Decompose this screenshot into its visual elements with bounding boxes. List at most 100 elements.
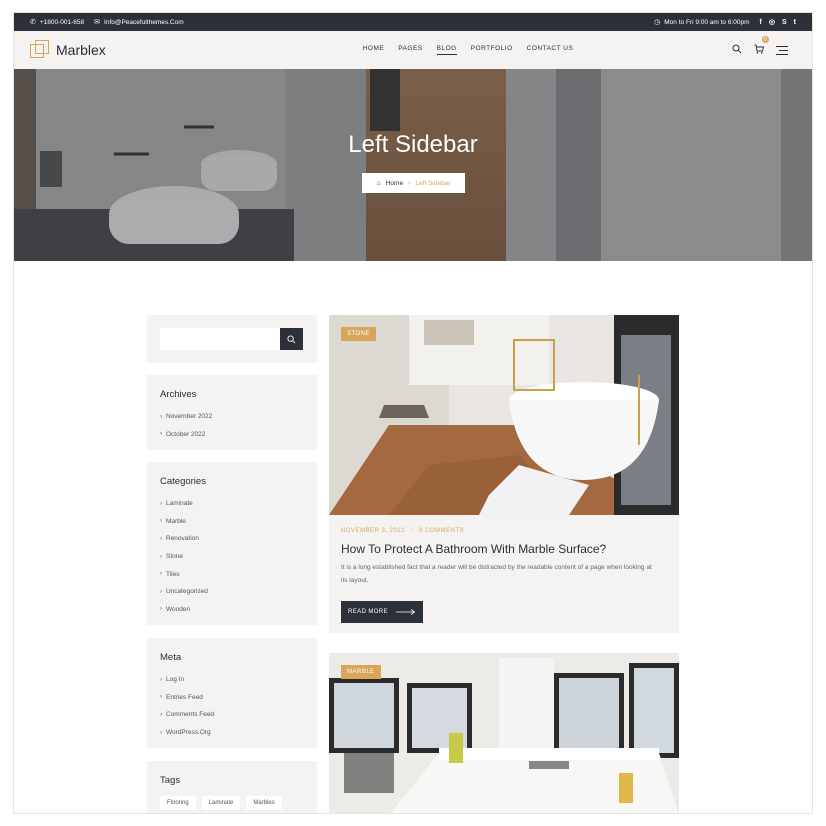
- meta-label: WordPress.Org: [166, 729, 211, 737]
- logo[interactable]: Marblex: [30, 40, 160, 60]
- tags-widget: Tags Flooring Laminate Marbles: [147, 761, 317, 813]
- chevron-right-icon: ›: [160, 588, 162, 595]
- chevron-right-icon: ›: [408, 179, 411, 187]
- chevron-right-icon: ›: [160, 694, 162, 701]
- read-more-button[interactable]: READ MORE: [341, 601, 423, 623]
- chevron-right-icon: ›: [160, 500, 162, 507]
- site-header: Marblex HOME PAGES BLOG PORTFOLIO CONTAC…: [14, 31, 812, 69]
- breadcrumb-current: Left Sidebar: [415, 179, 451, 187]
- twitter-icon[interactable]: t: [794, 19, 796, 26]
- nav-portfolio[interactable]: PORTFOLIO: [471, 45, 513, 55]
- meta-item[interactable]: › WordPress.Org: [160, 724, 317, 742]
- mail-icon: ✉: [94, 18, 101, 26]
- category-item[interactable]: › Tiles: [160, 565, 317, 583]
- meta-divider: |: [411, 528, 414, 534]
- archives-widget: Archives › November 2022 › October 2022: [147, 375, 317, 450]
- chevron-right-icon: ›: [160, 431, 162, 438]
- tag-item[interactable]: Marbles: [246, 796, 282, 810]
- arrow-right-icon: [395, 609, 416, 615]
- read-more-label: READ MORE: [348, 609, 388, 615]
- categories-widget: Categories › Laminate › Marble › Renovation…: [147, 462, 317, 625]
- breadcrumb-home[interactable]: Home: [386, 180, 403, 187]
- category-badge[interactable]: MARBLE: [341, 665, 381, 679]
- archives-title: Archives: [160, 389, 197, 400]
- hero-bathroom-image: [14, 69, 812, 261]
- page-title: Left Sidebar: [348, 131, 478, 158]
- chevron-right-icon: ›: [160, 571, 162, 578]
- search-widget: [147, 315, 317, 363]
- search-icon: [287, 334, 296, 343]
- email-text: Info@Peacefulthemes.Com: [104, 18, 184, 26]
- brand-name: Marblex: [56, 42, 106, 58]
- page-frame: ✆ +1800-001-658 ✉ Info@Peacefulthemes.Co…: [13, 12, 813, 814]
- tag-item[interactable]: Flooring: [160, 796, 196, 810]
- category-item[interactable]: › Renovation: [160, 530, 317, 548]
- meta-item[interactable]: › Entries Feed: [160, 689, 317, 707]
- post-image[interactable]: STONE: [329, 315, 679, 515]
- archive-item[interactable]: › November 2022: [160, 408, 317, 426]
- menu-icon[interactable]: [776, 45, 788, 55]
- main-nav: HOME PAGES BLOG PORTFOLIO CONTACT US: [204, 45, 732, 55]
- tag-item[interactable]: Laminate: [201, 796, 241, 810]
- nav-contact-us[interactable]: CONTACT US: [527, 45, 574, 55]
- categories-title: Categories: [160, 476, 206, 487]
- post-meta: NOVEMBER 3, 2022 | 0 COMMENTS: [341, 528, 679, 534]
- home-icon: ⌂: [376, 179, 381, 187]
- archive-item[interactable]: › October 2022: [160, 426, 317, 444]
- nav-pages[interactable]: PAGES: [398, 45, 422, 55]
- meta-item[interactable]: › Comments Feed: [160, 706, 317, 724]
- category-item[interactable]: › Marble: [160, 513, 317, 531]
- chevron-right-icon: ›: [160, 606, 162, 613]
- search-input[interactable]: [160, 328, 280, 350]
- search-button[interactable]: [280, 328, 303, 350]
- category-label: Marble: [166, 517, 186, 525]
- category-label: Wooden: [166, 605, 191, 613]
- category-item[interactable]: › Uncategorized: [160, 583, 317, 601]
- archive-label: November 2022: [166, 413, 213, 421]
- meta-label: Comments Feed: [166, 711, 215, 719]
- blog-post: MARBLE: [329, 653, 679, 813]
- facebook-icon[interactable]: f: [760, 19, 762, 26]
- meta-item[interactable]: › Log In: [160, 671, 317, 689]
- chevron-right-icon: ›: [160, 676, 162, 683]
- meta-label: Log In: [166, 676, 185, 684]
- skype-icon[interactable]: S: [782, 19, 787, 26]
- post-image[interactable]: MARBLE: [329, 653, 679, 813]
- logo-mark-icon: [30, 40, 50, 60]
- archive-label: October 2022: [166, 430, 206, 438]
- nav-blog[interactable]: BLOG: [436, 45, 457, 55]
- phone-contact[interactable]: ✆ +1800-001-658: [30, 19, 84, 26]
- category-item[interactable]: › Laminate: [160, 495, 317, 513]
- phone-icon: ✆: [30, 18, 36, 26]
- breadcrumb: ⌂ Home › Left Sidebar: [362, 173, 465, 193]
- kitchen-photo: [329, 653, 679, 813]
- post-comments[interactable]: 0 COMMENTS: [419, 528, 464, 534]
- chevron-right-icon: ›: [160, 711, 162, 718]
- category-item[interactable]: › Wooden: [160, 601, 317, 619]
- cart-icon[interactable]: 0: [754, 36, 769, 59]
- tags-title: Tags: [160, 775, 181, 786]
- category-label: Uncategorized: [166, 588, 208, 596]
- category-badge[interactable]: STONE: [341, 327, 377, 341]
- category-label: Renovation: [166, 535, 199, 543]
- top-bar: ✆ +1800-001-658 ✉ Info@Peacefulthemes.Co…: [14, 13, 812, 31]
- post-date[interactable]: NOVEMBER 3, 2022: [341, 528, 405, 534]
- chevron-right-icon: ›: [160, 413, 162, 420]
- email-contact[interactable]: ✉ Info@Peacefulthemes.Com: [94, 19, 183, 26]
- category-label: Stone: [166, 553, 183, 561]
- category-label: Laminate: [166, 500, 193, 508]
- category-item[interactable]: › Stone: [160, 548, 317, 566]
- hours-text: Mon to Fri 9:00 am to 6:00pm: [664, 18, 750, 26]
- post-title[interactable]: How To Protect A Bathroom With Marble Su…: [341, 542, 679, 556]
- hero-banner: Left Sidebar ⌂ Home › Left Sidebar: [14, 69, 812, 261]
- nav-home[interactable]: HOME: [363, 45, 385, 55]
- search-icon[interactable]: [732, 41, 742, 59]
- instagram-icon[interactable]: ◎: [769, 18, 775, 26]
- meta-title: Meta: [160, 652, 182, 663]
- meta-label: Entries Feed: [166, 693, 203, 701]
- hours-info: ◷ Mon to Fri 9:00 am to 6:00pm: [654, 19, 749, 26]
- cart-count-badge: 0: [762, 36, 769, 43]
- social-links: f ◎ S t: [760, 18, 796, 27]
- post-excerpt: It is a long established fact that a rea…: [341, 564, 652, 584]
- chevron-right-icon: ›: [160, 518, 162, 525]
